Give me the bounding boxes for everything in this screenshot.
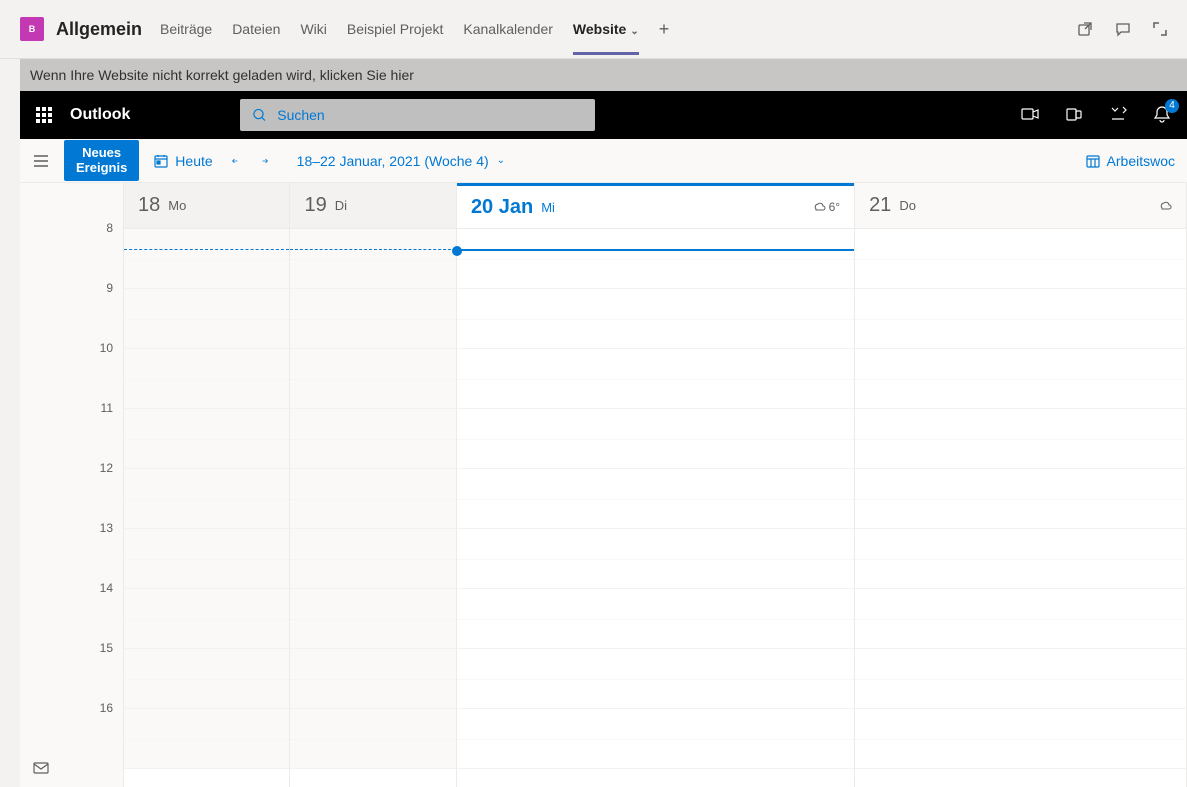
- teams-icon[interactable]: [1065, 105, 1083, 126]
- day-number: 20 Jan: [471, 196, 533, 219]
- time-label: 12: [64, 461, 123, 521]
- day-body[interactable]: [290, 229, 455, 769]
- calendar-toolbar: Neues Ereignis Heute 18–22 Januar, 2021 …: [20, 139, 1187, 183]
- meet-now-icon[interactable]: [1021, 105, 1039, 126]
- day-header[interactable]: 19 Di: [290, 183, 455, 229]
- day-header[interactable]: 18 Mo: [124, 183, 289, 229]
- day-name: Mo: [168, 198, 186, 213]
- chevron-down-icon: ⌄: [497, 155, 505, 166]
- tab-list: Beiträge Dateien Wiki Beispiel Projekt K…: [160, 3, 669, 55]
- new-event-line2: Ereignis: [76, 161, 127, 176]
- teams-top-bar: B Allgemein Beiträge Dateien Wiki Beispi…: [0, 0, 1187, 59]
- prev-week-button[interactable]: [227, 153, 243, 169]
- tab-kanalkalender[interactable]: Kanalkalender: [463, 3, 553, 55]
- new-event-button[interactable]: Neues Ereignis: [64, 140, 139, 182]
- next-week-button[interactable]: [257, 153, 273, 169]
- workweek-icon: [1085, 153, 1101, 169]
- time-label: 11: [64, 401, 123, 461]
- tab-dateien[interactable]: Dateien: [232, 3, 280, 55]
- day-body[interactable]: [855, 229, 1186, 769]
- day-body[interactable]: [457, 229, 854, 769]
- day-column-mi-today[interactable]: 20 Jan Mi 6°: [457, 183, 855, 787]
- tab-website-label: Website: [573, 21, 626, 37]
- day-name: Mi: [541, 200, 555, 215]
- tab-beitraege[interactable]: Beiträge: [160, 3, 212, 55]
- calendar-surface: 8 9 10 11 12 13 14 15 16 18 Mo 19 Di: [20, 183, 1187, 787]
- tab-wiki[interactable]: Wiki: [300, 3, 326, 55]
- today-label: Heute: [175, 153, 212, 169]
- expand-icon[interactable]: [1153, 22, 1167, 36]
- mail-icon[interactable]: [32, 759, 50, 777]
- day-column-do[interactable]: 21 Do: [855, 183, 1187, 787]
- weather-indicator[interactable]: 6°: [812, 200, 840, 214]
- day-name: Di: [335, 198, 347, 213]
- chat-icon[interactable]: [1115, 21, 1131, 37]
- time-label: 16: [64, 701, 123, 761]
- search-icon: [252, 107, 267, 123]
- day-name: Do: [899, 198, 916, 213]
- now-indicator: [124, 249, 289, 250]
- tab-beispiel-projekt[interactable]: Beispiel Projekt: [347, 3, 444, 55]
- day-header-today[interactable]: 20 Jan Mi 6°: [457, 183, 854, 229]
- weather-temp: 6°: [829, 200, 840, 214]
- day-header[interactable]: 21 Do: [855, 183, 1186, 229]
- time-column: 8 9 10 11 12 13 14 15 16: [64, 183, 124, 787]
- now-indicator: [290, 249, 455, 250]
- tab-website[interactable]: Website ⌄: [573, 3, 639, 55]
- view-label: Arbeitswoc: [1107, 153, 1175, 169]
- task-icon[interactable]: [1109, 105, 1127, 126]
- chevron-down-icon: ⌄: [630, 26, 638, 37]
- time-label: 13: [64, 521, 123, 581]
- day-columns: 18 Mo 19 Di 20 Jan Mi: [124, 183, 1187, 787]
- outlook-title: Outlook: [70, 106, 130, 124]
- search-box[interactable]: [240, 99, 595, 131]
- add-tab-button[interactable]: +: [659, 19, 670, 40]
- day-column-di[interactable]: 19 Di: [290, 183, 456, 787]
- day-column-mo[interactable]: 18 Mo: [124, 183, 290, 787]
- day-number: 18: [138, 194, 160, 217]
- day-number: 19: [304, 194, 326, 217]
- new-event-line1: Neues: [76, 146, 127, 161]
- calendar-today-icon: [153, 153, 169, 169]
- today-button[interactable]: Heute: [153, 153, 212, 169]
- day-number: 21: [869, 194, 891, 217]
- hamburger-icon[interactable]: [32, 152, 50, 170]
- weather-cloud-icon: [1158, 199, 1172, 213]
- teams-right-icons: [1077, 21, 1167, 37]
- day-body[interactable]: [124, 229, 289, 769]
- time-label: 10: [64, 341, 123, 401]
- date-range-picker[interactable]: 18–22 Januar, 2021 (Woche 4) ⌄: [297, 153, 505, 169]
- left-gutter: [20, 183, 64, 787]
- search-input[interactable]: [277, 107, 583, 123]
- outlook-bar: Outlook 4: [20, 91, 1187, 139]
- channel-name: Allgemein: [56, 19, 142, 40]
- popout-icon[interactable]: [1077, 21, 1093, 37]
- date-range-label: 18–22 Januar, 2021 (Woche 4): [297, 153, 489, 169]
- team-badge[interactable]: B: [20, 17, 44, 41]
- view-selector[interactable]: Arbeitswoc: [1085, 153, 1175, 169]
- weather-cloud-icon: [812, 200, 826, 214]
- notification-badge: 4: [1165, 99, 1179, 113]
- app-launcher-icon[interactable]: [36, 107, 52, 123]
- time-label: 15: [64, 641, 123, 701]
- time-label: 14: [64, 581, 123, 641]
- notifications-icon[interactable]: 4: [1153, 105, 1171, 126]
- outlook-icons: 4: [1021, 105, 1171, 126]
- time-label: 8: [64, 221, 123, 281]
- now-dot-icon: [452, 246, 462, 256]
- weather-indicator[interactable]: [1158, 199, 1172, 213]
- reload-banner[interactable]: Wenn Ihre Website nicht korrekt geladen …: [20, 59, 1187, 91]
- time-label: 9: [64, 281, 123, 341]
- now-indicator: [457, 249, 854, 251]
